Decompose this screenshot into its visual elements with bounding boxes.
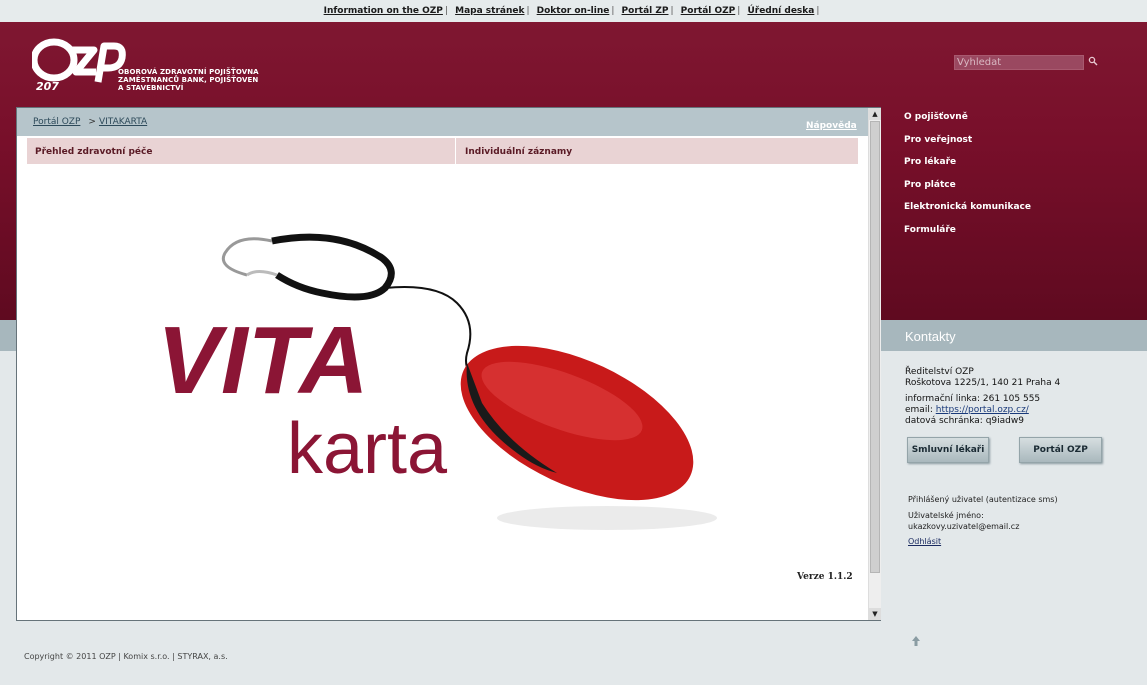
search-icon[interactable]	[1088, 56, 1098, 66]
breadcrumb-current[interactable]: VITAKARTA	[99, 117, 147, 127]
contacts-org: Ředitelství OZP	[905, 367, 974, 377]
contacts-email-row: email: https://portal.ozp.cz/	[905, 405, 1060, 416]
main-panel: Portál OZP > VITAKARTA Nápověda Přehled zd…	[16, 107, 881, 621]
scroll-thumb[interactable]	[870, 121, 880, 573]
login-info: Přihlášený uživatel (autentizace sms) Už…	[908, 494, 1058, 547]
contacts-phone: informační linka: 261 105 555	[905, 394, 1041, 404]
portal-ozp-button[interactable]: Portál OZP	[1019, 437, 1102, 463]
top-link-doctor-online[interactable]: Doktor on-line	[537, 6, 610, 16]
version-label: Verze 1.1.2	[797, 572, 853, 582]
panel-header: Portál OZP > VITAKARTA Nápověda	[17, 108, 868, 136]
contracted-doctors-button[interactable]: Smluvní lékaři	[907, 437, 989, 463]
login-user-label: Uživatelské jméno:	[908, 511, 984, 520]
logo-line3: A STAVEBNICTVÍ	[118, 84, 184, 92]
logo-tagline: OBOROVÁ ZDRAVOTNÍ POJIŠŤOVNA ZAMĚSTNANCŮ…	[118, 68, 259, 92]
right-nav: O pojišťovně Pro veřejnost Pro lékaře Pr…	[904, 112, 1031, 247]
banner-karta: karta	[287, 409, 448, 489]
top-link-official-board[interactable]: Úřední deska	[747, 6, 814, 16]
breadcrumb: Portál OZP > VITAKARTA	[33, 117, 147, 127]
top-link-information[interactable]: Information on the OZP	[324, 6, 443, 16]
logo-mark: ozp	[92, 65, 94, 67]
nav-item-e-communication[interactable]: Elektronická komunikace	[904, 202, 1031, 225]
breadcrumb-separator: >	[88, 117, 96, 127]
footer-copyright: Copyright © 2011 OZP | Komix s.r.o. | ST…	[24, 652, 228, 661]
tab-bar: Přehled zdravotní péče Individuální zázn…	[27, 138, 858, 164]
logo-line2: ZAMĚSTNANCŮ BANK, POJIŠŤOVEN	[118, 76, 259, 84]
logo-line1: OBOROVÁ ZDRAVOTNÍ POJIŠŤOVNA	[118, 68, 259, 76]
tab-care-overview[interactable]: Přehled zdravotní péče	[27, 138, 456, 164]
login-user: ukazkovy.uzivatel@email.cz	[908, 522, 1020, 531]
nav-item-about[interactable]: O pojišťovně	[904, 112, 1031, 135]
contacts-block: Ředitelství OZP Roškotova 1225/1, 140 21…	[905, 367, 1060, 427]
vitakarta-banner: VITA karta	[157, 233, 717, 530]
top-links-bar: Information on the OZP | Mapa stránek | Do…	[0, 0, 1147, 22]
contacts-email-link[interactable]: https://portal.ozp.cz/	[936, 405, 1029, 415]
tab-individual-records[interactable]: Individuální záznamy	[457, 138, 858, 164]
panel-scrollbar[interactable]: ▲ ▼	[868, 108, 881, 620]
contacts-heading: Kontakty	[905, 329, 956, 344]
top-link-sitemap[interactable]: Mapa stránek	[455, 6, 524, 16]
back-to-top-icon[interactable]	[911, 635, 921, 647]
logo-number: 207	[36, 80, 59, 93]
nav-item-forms[interactable]: Formuláře	[904, 225, 1031, 248]
breadcrumb-home[interactable]: Portál OZP	[33, 117, 80, 127]
scroll-up-icon[interactable]: ▲	[869, 108, 881, 120]
banner-vita: VITA	[157, 307, 369, 414]
top-link-portal-zp[interactable]: Portál ZP	[622, 6, 669, 16]
scroll-down-icon[interactable]: ▼	[869, 608, 881, 620]
contacts-databox: datová schránka: q9iadw9	[905, 416, 1024, 426]
top-link-portal-ozp[interactable]: Portál OZP	[681, 6, 736, 16]
search-input[interactable]: Vyhledat	[954, 55, 1084, 70]
contacts-email-label: email:	[905, 405, 933, 415]
help-link[interactable]: Nápověda	[806, 121, 857, 131]
nav-item-doctors[interactable]: Pro lékaře	[904, 157, 1031, 180]
nav-item-public[interactable]: Pro veřejnost	[904, 135, 1031, 158]
logout-link[interactable]: Odhlásit	[908, 537, 941, 546]
login-status: Přihlášený uživatel (autentizace sms)	[908, 495, 1058, 504]
nav-item-payers[interactable]: Pro plátce	[904, 180, 1031, 203]
contacts-address: Roškotova 1225/1, 140 21 Praha 4	[905, 378, 1061, 388]
